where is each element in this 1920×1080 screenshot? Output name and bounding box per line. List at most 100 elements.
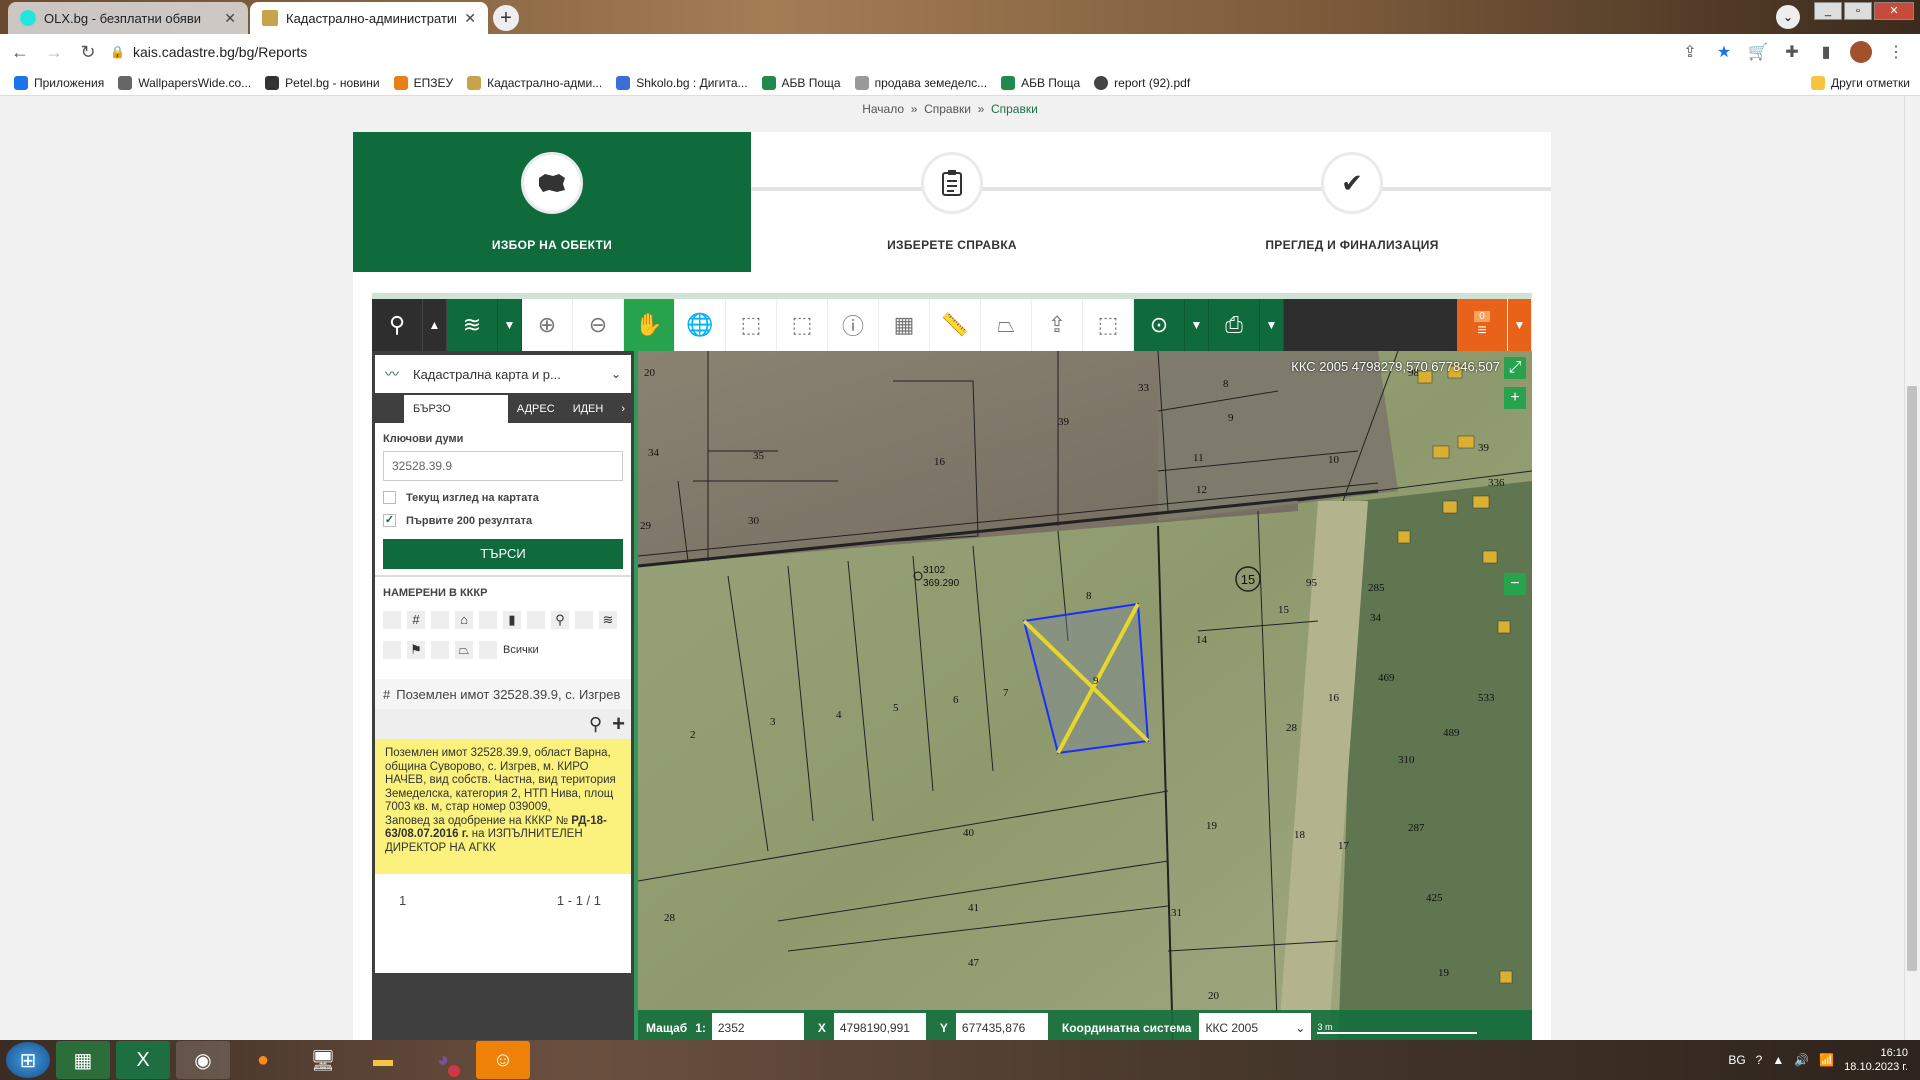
x-coordinate-input[interactable]: 4798190,991 [833,1013,926,1043]
bookmark-item[interactable]: Petel.bg - новини [265,75,380,90]
close-tab-icon[interactable]: ✕ [464,10,476,27]
map-view[interactable]: 15 3102 369.290 20 34 35 30 29 16 39 33 … [638,351,1532,1046]
all-filter-label[interactable]: Всички [503,641,539,659]
bookmark-item[interactable]: report (92).pdf [1094,75,1190,90]
chevron-down-icon[interactable]: ▼ [1508,299,1532,351]
fullscreen-icon[interactable]: ⤢ [1504,357,1526,379]
selection-box-icon[interactable]: ⬚ [1083,299,1134,351]
chevron-up-icon[interactable]: ▲ [423,299,447,351]
new-tab-button[interactable]: + [493,5,519,31]
bookmark-star-icon[interactable]: ★ [1714,42,1734,62]
upload-icon[interactable]: ⇪ [1032,299,1083,351]
filter-checkbox[interactable] [479,641,497,659]
windows-start-icon[interactable]: ⊞ [6,1042,50,1078]
zoom-in-icon[interactable]: ⊕ [522,299,573,351]
file-explorer-icon[interactable]: ▬ [356,1041,410,1079]
close-tab-icon[interactable]: ✕ [224,10,236,27]
keywords-input[interactable]: 32528.39.9 [383,451,623,481]
legend-icon[interactable]: ▦ [879,299,930,351]
profile-avatar[interactable] [1850,41,1872,63]
apartment-icon[interactable]: ▮ [503,611,521,629]
building-house-icon[interactable]: ⌂ [455,611,473,629]
close-window-icon[interactable]: ✕ [1874,2,1914,20]
address-pin-icon[interactable]: ⚲ [551,611,569,629]
maximize-icon[interactable]: ▫ [1844,2,1872,20]
extension-cart-icon[interactable]: 🛒 [1748,42,1768,62]
network-icon[interactable]: 📶 [1819,1053,1834,1067]
tray-arrow-icon[interactable]: ▲ [1772,1053,1784,1067]
layers-icon[interactable]: ≋ [599,611,617,629]
spreadsheet-app-icon[interactable]: ▦ [56,1041,110,1079]
bookmark-item[interactable]: продава земеделс... [854,75,987,90]
chevron-down-icon[interactable]: ▼ [1260,299,1284,351]
bookmark-item[interactable]: WallpapersWide.co... [118,75,251,90]
breadcrumb-home[interactable]: Начало [862,102,904,116]
address-bar[interactable]: 🔒 kais.cadastre.bg/bg/Reports [110,38,1650,66]
bookmark-item[interactable]: Кадастрално-адми... [467,75,602,90]
filter-checkbox[interactable] [431,611,449,629]
chevron-down-icon[interactable]: ▼ [1185,299,1209,351]
back-icon[interactable]: ← [6,38,34,66]
locate-layers-icon[interactable]: ⊙ [1134,299,1185,351]
clock[interactable]: 16:10 18.10.2023 г. [1844,1046,1908,1074]
tab-identifier[interactable]: ИДЕН [564,395,613,423]
bookmark-item[interactable]: АБВ Поща [1001,75,1080,90]
page-scrollbar[interactable] [1904,96,1920,1040]
checkbox-box[interactable] [383,491,396,504]
ruler-icon[interactable]: 📏 [930,299,981,351]
viber-icon[interactable]: ◕ 5 [416,1041,470,1079]
add-plus-icon[interactable]: + [612,711,625,737]
bookmark-item[interactable]: Shkolo.bg : Дигита... [616,75,748,90]
filter-checkbox[interactable] [383,611,401,629]
result-item[interactable]: # Поземлен имот 32528.39.9, с. Изгрев [375,679,631,709]
survey-marker-icon[interactable]: ⚑ [407,641,425,659]
checkbox-checked-icon[interactable]: ✓ [383,514,396,527]
scale-input[interactable]: 2352 [711,1013,804,1043]
share-icon[interactable]: ⇪ [1680,42,1700,62]
forward-icon[interactable]: → [40,38,68,66]
excel-icon[interactable]: X [116,1041,170,1079]
area-measure-icon[interactable]: ⏢ [981,299,1032,351]
volume-icon[interactable]: 🔊 [1794,1053,1809,1067]
zoom-out-icon[interactable]: − [1504,573,1526,595]
layer-select[interactable]: 〰 Кадастрална карта и р... ⌄ [375,355,631,393]
bookmark-item[interactable]: АБВ Поща [761,75,841,90]
globe-icon[interactable]: 🌐 [675,299,726,351]
select-remove-icon[interactable]: ⬚ [777,299,828,351]
polygon-icon[interactable]: ⏢ [455,641,473,659]
info-icon[interactable]: ⓘ [828,299,879,351]
tab-quick-search[interactable]: БЪРЗО ТЪРСЕНЕ [404,395,508,443]
side-panel-icon[interactable]: ▮ [1816,42,1836,62]
scrollbar-thumb[interactable] [1907,386,1917,971]
first-200-checkbox[interactable]: ✓ Първите 200 резултата [375,504,631,527]
current-view-checkbox[interactable]: Текущ изглед на картата [375,481,631,504]
print-icon[interactable]: ⎙ [1209,299,1260,351]
step-select-objects[interactable]: ИЗБОР НА ОБЕКТИ [353,132,751,272]
filter-checkbox[interactable] [431,641,449,659]
firefox-icon[interactable]: ● [236,1041,290,1079]
other-bookmarks[interactable]: Други отметки [1811,75,1910,90]
selected-objects-counter[interactable]: 0 ≡ [1457,299,1508,351]
network-computer-icon[interactable]: 🖥 [296,1041,350,1079]
zoom-to-search-icon[interactable]: ⚲ [589,714,602,735]
breadcrumb-reports[interactable]: Справки [924,102,971,116]
pan-hand-icon[interactable]: ✋ [624,299,675,351]
map-canvas[interactable]: 15 3102 369.290 20 34 35 30 29 16 39 33 … [638,351,1532,1046]
step-select-report[interactable]: ИЗБЕРЕТЕ СПРАВКА [753,132,1151,272]
filter-checkbox[interactable] [383,641,401,659]
extensions-puzzle-icon[interactable]: ✚ [1782,42,1802,62]
pager-page[interactable]: 1 [399,893,406,908]
minimize-icon[interactable]: _ [1814,2,1842,20]
reload-icon[interactable]: ↻ [74,38,102,66]
chrome-icon[interactable]: ◉ [176,1041,230,1079]
layers-icon[interactable]: ≋ [447,299,498,351]
zoom-out-icon[interactable]: ⊖ [573,299,624,351]
help-icon[interactable]: ? [1756,1053,1763,1067]
step-review[interactable]: ✔ ПРЕГЛЕД И ФИНАЛИЗАЦИЯ [1153,132,1551,272]
bookmark-apps[interactable]: Приложения [14,75,104,90]
filter-checkbox[interactable] [527,611,545,629]
chevron-right-icon[interactable]: › [612,395,634,423]
parcel-grid-icon[interactable]: # [407,611,425,629]
menu-kebab-icon[interactable]: ⋮ [1886,42,1906,62]
bookmark-item[interactable]: ЕПЗЕУ [393,75,453,90]
